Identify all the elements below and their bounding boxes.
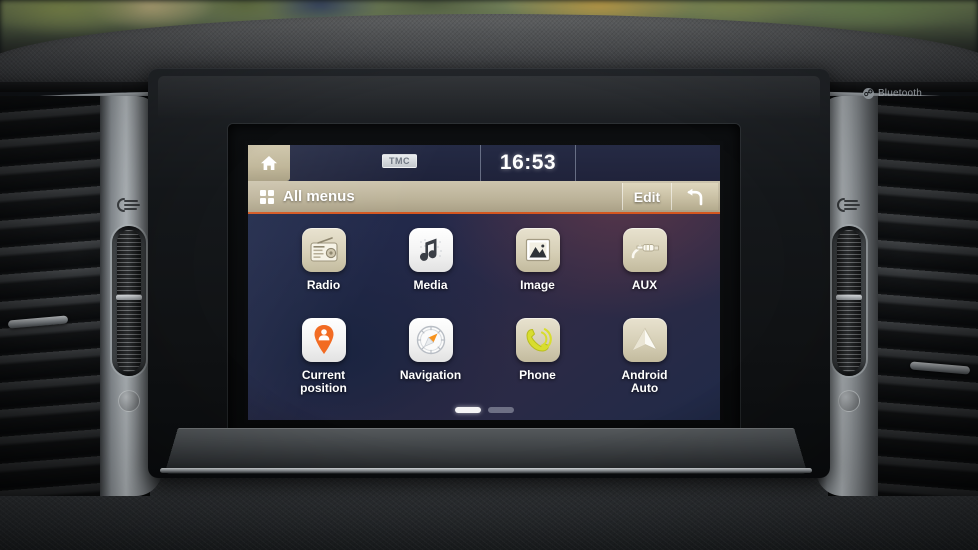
app-tile-radio[interactable]: Radio	[270, 228, 377, 318]
app-tile-phone[interactable]: Phone	[484, 318, 591, 408]
vent-thumbwheel[interactable]	[116, 230, 142, 372]
app-tile-aux[interactable]: AUX	[591, 228, 698, 318]
app-label: Current position	[300, 368, 347, 395]
android-auto-arrow-icon	[622, 318, 667, 362]
home-icon	[261, 156, 277, 170]
vent-thumbwheel-housing-right	[832, 226, 866, 376]
car-dashboard-photo: ☍ Bluetooth TMC 16:53 All menus Edit Rad…	[0, 0, 978, 550]
head-unit-gloss	[158, 76, 820, 120]
vent-round-button-right[interactable]	[838, 390, 860, 412]
vent-thumbwheel[interactable]	[836, 230, 862, 372]
app-label: Media	[413, 278, 448, 292]
bluetooth-badge: ☍ Bluetooth	[862, 88, 922, 99]
status-bar: TMC 16:53	[248, 145, 720, 181]
back-arrow-icon	[687, 188, 703, 205]
airflow-icon	[836, 196, 862, 214]
phone-handset-icon	[515, 318, 560, 362]
bluetooth-icon: ☍	[862, 88, 874, 99]
app-label: Radio	[306, 278, 341, 292]
radio-icon	[301, 228, 346, 272]
app-tile-navigation[interactable]: Navigation	[377, 318, 484, 408]
app-tile-media[interactable]: Media	[377, 228, 484, 318]
airflow-icon	[116, 196, 142, 214]
vent-round-button-left[interactable]	[118, 390, 140, 412]
page-dot-2[interactable]	[487, 407, 514, 413]
image-picture-icon	[515, 228, 560, 272]
page-dot-1[interactable]	[454, 407, 481, 413]
app-label: Image	[520, 278, 555, 292]
app-tile-android-auto[interactable]: Android Auto	[591, 318, 698, 408]
compass-icon	[408, 318, 453, 362]
page-title: All menus	[283, 188, 355, 205]
clock-container: 16:53	[480, 145, 576, 181]
vent-thumbwheel-housing-left	[112, 226, 146, 376]
grid-icon	[260, 189, 274, 204]
status-bar-middle: TMC 16:53	[290, 145, 720, 181]
head-unit-chrome-lip	[160, 468, 812, 473]
home-button[interactable]	[248, 145, 290, 181]
title-bar: All menus Edit	[248, 181, 720, 214]
app-label: Android Auto	[621, 368, 668, 395]
app-tile-current-position[interactable]: Current position	[270, 318, 377, 408]
bluetooth-label: Bluetooth	[877, 88, 922, 99]
page-indicator[interactable]	[248, 407, 720, 413]
app-label: AUX	[631, 278, 658, 292]
app-label: Navigation	[399, 368, 462, 382]
map-pin-person-icon	[301, 318, 346, 362]
app-label: Phone	[519, 368, 556, 382]
edit-button[interactable]: Edit	[622, 183, 671, 210]
infotainment-screen[interactable]: TMC 16:53 All menus Edit Radio Media Ima…	[248, 145, 720, 420]
back-button[interactable]	[671, 183, 718, 210]
app-grid: Radio Media Image AUX Current position N…	[248, 214, 720, 408]
tmc-badge: TMC	[382, 154, 417, 168]
clock-text: 16:53	[499, 151, 557, 174]
app-tile-image[interactable]: Image	[484, 228, 591, 318]
music-note-icon	[408, 228, 453, 272]
aux-cable-icon	[622, 228, 667, 272]
